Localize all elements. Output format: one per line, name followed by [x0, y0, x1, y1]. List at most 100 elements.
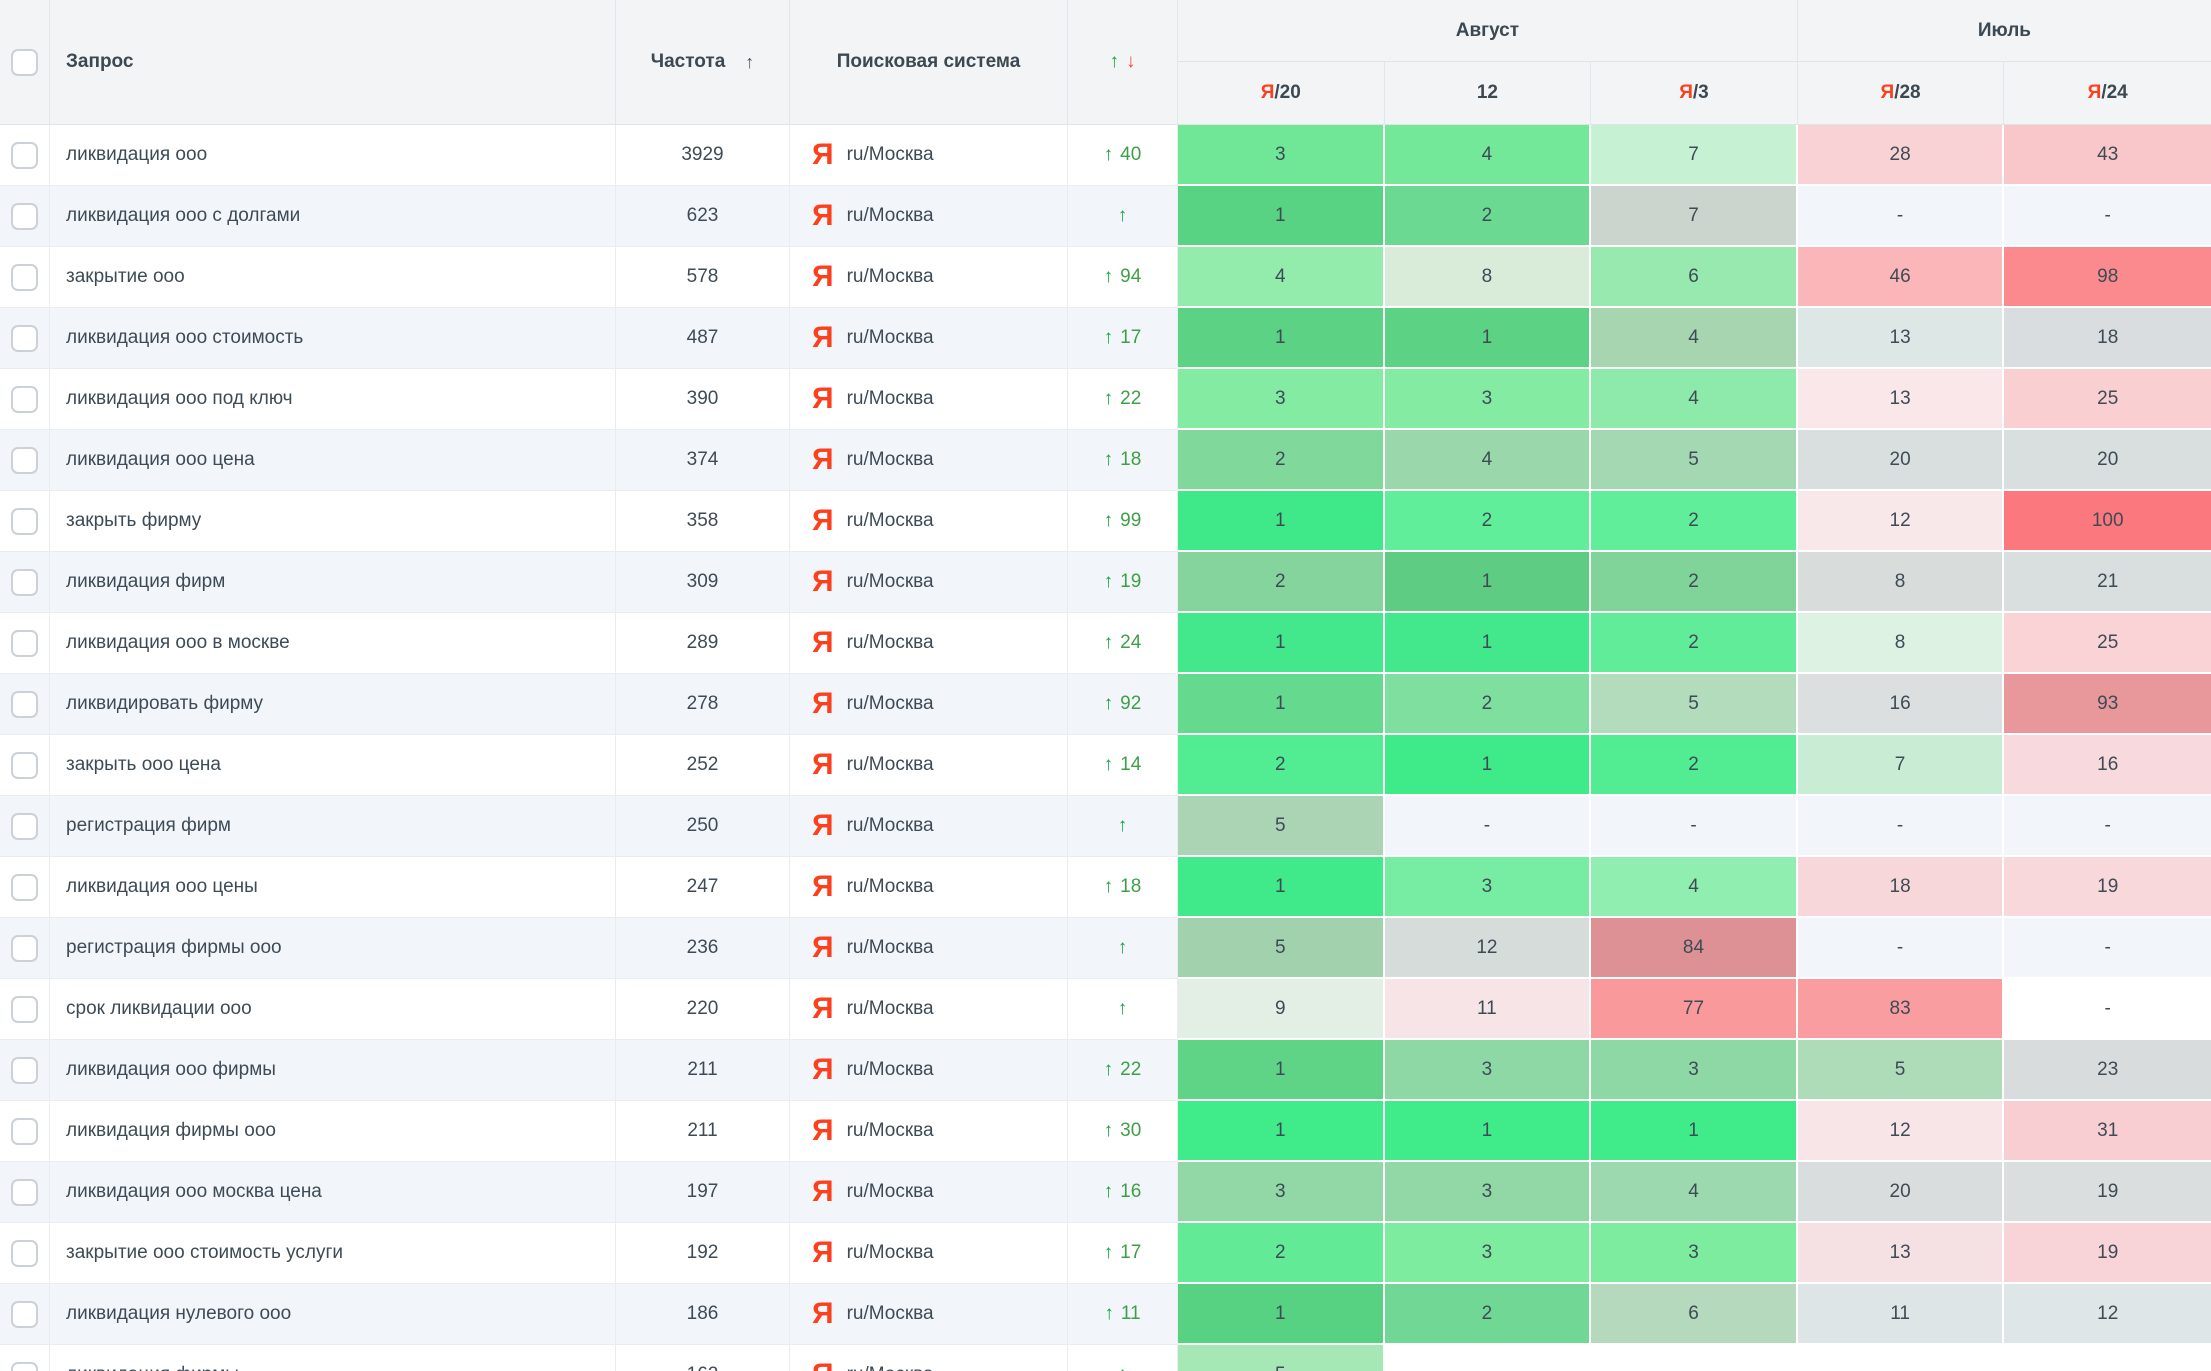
- yandex-icon: Я: [812, 567, 834, 597]
- position-value: 1: [1275, 1059, 1286, 1081]
- up-arrow-icon: ↑: [1104, 1120, 1114, 1142]
- row-checkbox[interactable]: [11, 447, 38, 474]
- frequency-cell: 278: [616, 674, 790, 735]
- query-cell: ликвидация нулевого ооо: [50, 1284, 616, 1345]
- position-cell: 100: [2004, 491, 2211, 552]
- change-value: 94: [1120, 266, 1141, 288]
- change-cell: ↑ 22: [1068, 369, 1178, 430]
- date-label: 12: [1477, 82, 1498, 104]
- change-value: 99: [1120, 510, 1141, 532]
- position-value: 2: [1275, 571, 1286, 593]
- search-engine-cell: Я ru/Москва: [790, 1101, 1068, 1162]
- position-cell: 2: [1591, 491, 1798, 552]
- query-text: ликвидация ооо москва цена: [66, 1181, 322, 1203]
- yandex-icon: Я: [812, 689, 834, 719]
- position-value: 6: [1688, 266, 1699, 288]
- row-checkbox[interactable]: [11, 142, 38, 169]
- row-checkbox[interactable]: [11, 630, 38, 657]
- up-arrow-icon: ↑: [1104, 632, 1114, 654]
- query-cell: ликвидация ооо цена: [50, 430, 616, 491]
- position-cell: 5: [1591, 430, 1798, 491]
- column-header-query[interactable]: Запрос: [50, 0, 616, 125]
- row-checkbox[interactable]: [11, 996, 38, 1023]
- select-all-checkbox[interactable]: [11, 49, 38, 76]
- row-checkbox[interactable]: [11, 1057, 38, 1084]
- position-value: 2: [1275, 449, 1286, 471]
- row-checkbox[interactable]: [11, 1240, 38, 1267]
- position-value: 13: [1890, 388, 1911, 410]
- position-value: 18: [2097, 327, 2118, 349]
- row-checkbox[interactable]: [11, 325, 38, 352]
- change-cell: ↑ 40: [1068, 125, 1178, 186]
- position-cell: 12: [2004, 1284, 2211, 1345]
- position-value: 1: [1275, 1303, 1286, 1325]
- frequency-value: 192: [687, 1242, 719, 1264]
- position-value: 1: [1275, 510, 1286, 532]
- checkbox-cell: [0, 125, 50, 186]
- query-text: ликвидация ооо фирмы: [66, 1059, 276, 1081]
- row-checkbox[interactable]: [11, 935, 38, 962]
- row-checkbox[interactable]: [11, 569, 38, 596]
- column-header-frequency[interactable]: Частота ↑: [616, 0, 790, 125]
- change-value: 18: [1120, 876, 1141, 898]
- date-column-header[interactable]: Я/28: [1798, 62, 2005, 125]
- checkbox-cell: [0, 796, 50, 857]
- search-engine-cell: Я ru/Москва: [790, 186, 1068, 247]
- frequency-cell: 250: [616, 796, 790, 857]
- position-value: 43: [2097, 144, 2118, 166]
- change-cell: ↑ 22: [1068, 1040, 1178, 1101]
- yandex-icon: Я: [812, 506, 834, 536]
- row-checkbox[interactable]: [11, 203, 38, 230]
- query-text: ликвидация ооо цена: [66, 449, 255, 471]
- frequency-header-label: Частота: [651, 51, 726, 73]
- frequency-value: 278: [687, 693, 719, 715]
- row-checkbox[interactable]: [11, 1118, 38, 1145]
- position-cell: 4: [1591, 1162, 1798, 1223]
- up-arrow-icon: ↑: [1104, 876, 1114, 898]
- position-cell: 2: [1385, 674, 1592, 735]
- position-value: 7: [1688, 205, 1699, 227]
- row-checkbox[interactable]: [11, 752, 38, 779]
- position-value: 12: [1890, 510, 1911, 532]
- position-cell: 4: [1385, 430, 1592, 491]
- frequency-value: 289: [687, 632, 719, 654]
- position-cell: 1: [1385, 552, 1592, 613]
- row-checkbox[interactable]: [11, 1179, 38, 1206]
- checkbox-cell: [0, 186, 50, 247]
- date-column-header[interactable]: Я/3: [1591, 62, 1798, 125]
- row-checkbox[interactable]: [11, 1362, 38, 1371]
- row-checkbox[interactable]: [11, 874, 38, 901]
- row-checkbox[interactable]: [11, 1301, 38, 1328]
- date-column-header[interactable]: Я/20: [1178, 62, 1385, 125]
- query-cell: ликвидация фирм: [50, 552, 616, 613]
- position-value: 12: [1890, 1120, 1911, 1142]
- row-checkbox[interactable]: [11, 813, 38, 840]
- position-cell: 2: [1591, 735, 1798, 796]
- date-column-header[interactable]: Я/24: [2004, 62, 2211, 125]
- column-header-change[interactable]: ↑ ↓: [1068, 0, 1178, 125]
- position-cell: 19: [2004, 1223, 2211, 1284]
- position-cell: 1: [1178, 613, 1385, 674]
- up-arrow-icon: ↑: [1118, 998, 1128, 1020]
- position-value: -: [1897, 205, 1903, 227]
- change-cell: ↑ 92: [1068, 674, 1178, 735]
- position-value: 84: [1683, 937, 1704, 959]
- query-text: закрыть фирму: [66, 510, 201, 532]
- query-cell: регистрация фирм: [50, 796, 616, 857]
- date-column-header[interactable]: 12: [1385, 62, 1592, 125]
- yandex-icon: Я: [812, 1299, 834, 1329]
- date-label: /20: [1274, 82, 1300, 104]
- checkbox-cell: [0, 369, 50, 430]
- position-cell: 1: [1385, 613, 1592, 674]
- table-body: ликвидация ооо 3929 Я ru/Москва ↑ 40 3 4…: [0, 125, 2211, 1371]
- row-checkbox[interactable]: [11, 691, 38, 718]
- query-text: ликвидация нулевого ооо: [66, 1303, 291, 1325]
- row-checkbox[interactable]: [11, 386, 38, 413]
- position-cell: 46: [1798, 247, 2005, 308]
- query-text: регистрация фирмы ооо: [66, 937, 282, 959]
- row-checkbox[interactable]: [11, 508, 38, 535]
- frequency-value: 358: [687, 510, 719, 532]
- yandex-icon: Я: [812, 1360, 834, 1371]
- row-checkbox[interactable]: [11, 264, 38, 291]
- frequency-value: 236: [687, 937, 719, 959]
